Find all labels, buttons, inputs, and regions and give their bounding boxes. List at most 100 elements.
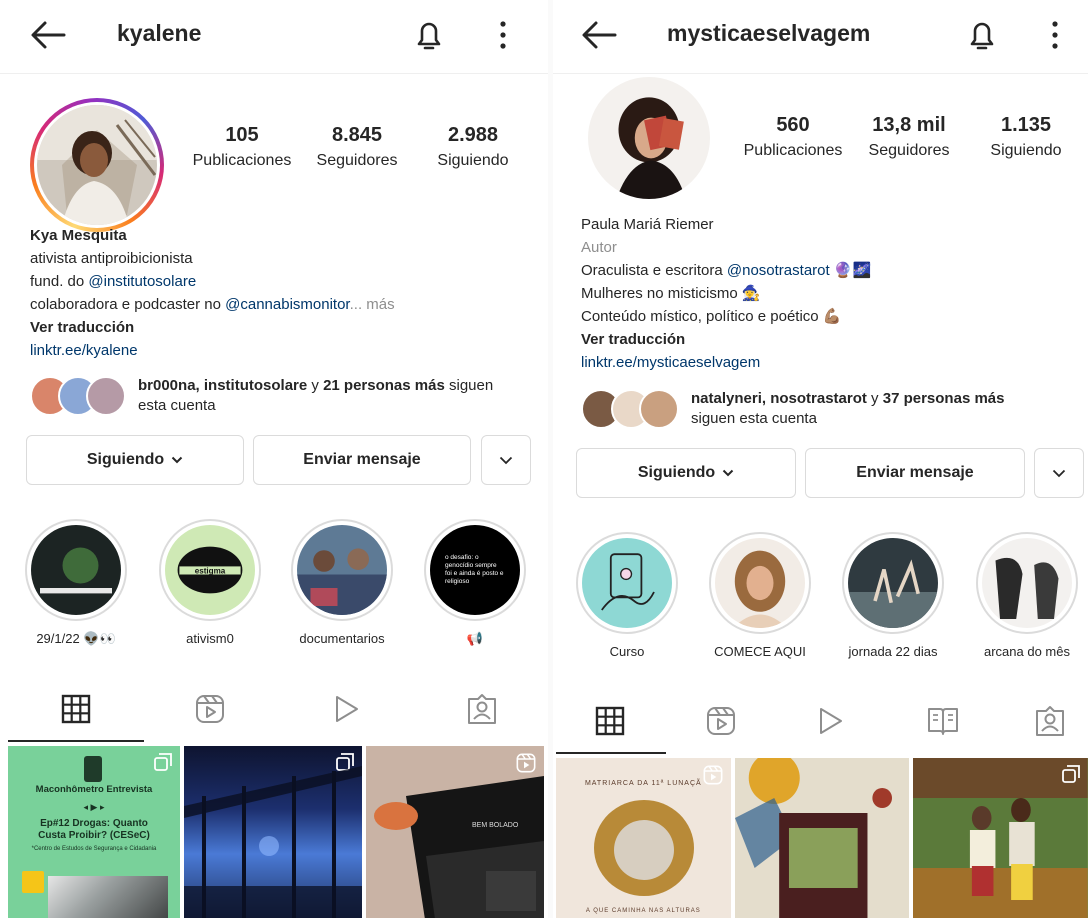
profile-bio: Kya Mesquita ativista antiproibicionista…: [30, 224, 395, 362]
stat-posts-label: Publicaciones: [192, 152, 292, 169]
more-vertical-icon[interactable]: [497, 18, 509, 52]
stat-posts-value: 560: [776, 114, 810, 136]
message-button[interactable]: Enviar mensaje: [805, 448, 1025, 498]
suggested-button[interactable]: [1034, 448, 1084, 498]
highlight-cover-text: o desafio: o genocídio sempre foi e aind…: [445, 554, 504, 585]
avatar[interactable]: [30, 98, 164, 232]
post-tile[interactable]: [913, 758, 1088, 918]
highlight-item[interactable]: arcana do mês: [972, 532, 1082, 659]
chevron-down-icon: [171, 456, 183, 464]
highlight-label: 📢: [466, 631, 484, 646]
highlight-item[interactable]: estigma ativism0: [155, 519, 265, 646]
avatar-photo: [588, 77, 710, 199]
post-image-center: [614, 820, 674, 880]
stat-followers[interactable]: 8.845 Seguidores: [308, 124, 406, 170]
post-note: *Centro de Estudos de Segurança e Cidada…: [31, 846, 157, 852]
avatar[interactable]: [588, 77, 710, 199]
post-tile[interactable]: BEM BOLADO: [366, 746, 544, 918]
message-button[interactable]: Enviar mensaje: [253, 435, 471, 485]
bell-icon[interactable]: [967, 17, 997, 53]
tagged-icon: [468, 694, 496, 724]
follower-avatars: [30, 376, 132, 416]
following-button[interactable]: Siguiendo: [576, 448, 796, 498]
bio-line: Mulheres no misticismo 🧙‍♀️: [581, 285, 761, 302]
translate-link[interactable]: Ver traducción: [581, 328, 871, 351]
active-tab-indicator: [8, 740, 144, 742]
highlight-label: ativism0: [186, 631, 234, 646]
tab-tagged[interactable]: [442, 678, 522, 740]
logo-mark: [84, 756, 102, 782]
stat-posts[interactable]: 560 Publicaciones: [739, 114, 847, 160]
stat-followers[interactable]: 13,8 mil Seguidores: [859, 114, 959, 160]
external-link[interactable]: linktr.ee/mysticaeselvagem: [581, 351, 871, 374]
tab-video[interactable]: [790, 690, 870, 752]
suggested-button[interactable]: [481, 435, 531, 485]
follower-names: br000na, institutosolare: [138, 377, 308, 394]
more-link[interactable]: ... más: [350, 296, 395, 313]
stat-following-value: 2.988: [447, 124, 499, 146]
arrow-left-icon[interactable]: [30, 20, 66, 50]
tagged-icon: [1036, 706, 1064, 736]
external-link[interactable]: linktr.ee/kyalene: [30, 339, 395, 362]
carousel-icon: [154, 753, 172, 771]
mention-link[interactable]: @institutosolare: [88, 273, 196, 290]
avatar: [86, 376, 126, 416]
post-image: [184, 766, 362, 918]
grid-icon: [61, 694, 91, 724]
arrow-left-icon[interactable]: [581, 20, 617, 50]
highlight-item[interactable]: COMECE AQUI: [705, 532, 815, 659]
highlight-item[interactable]: o desafio: o genocídio sempre foi e aind…: [420, 519, 530, 647]
tab-reels[interactable]: [681, 690, 761, 752]
highlight-item[interactable]: 29/1/22 👽👀: [21, 519, 131, 647]
mention-link[interactable]: @cannabismonitor: [225, 296, 349, 313]
post-tile[interactable]: Maconhômetro Entrevista ◂ ▶ ▸ Ep#12 Drog…: [8, 746, 180, 918]
tab-reels[interactable]: [170, 678, 250, 740]
stat-posts-label: Publicaciones: [743, 142, 843, 159]
profile-header: kyalene: [0, 0, 548, 74]
stat-posts-value: 105: [225, 124, 259, 146]
profile-tabs: [0, 678, 548, 742]
posts-grid: MATRIARCA DA 11ª LUNAÇÃ A QUE CAMINHA NA…: [556, 758, 1088, 918]
post-tile[interactable]: [734, 758, 910, 918]
following-button[interactable]: Siguiendo: [26, 435, 244, 485]
profile-name: Kya Mesquita: [30, 227, 127, 244]
active-tab-indicator: [556, 752, 666, 754]
highlight-item[interactable]: Curso: [572, 532, 682, 659]
translate-link[interactable]: Ver traducción: [30, 316, 395, 339]
tab-posts[interactable]: [36, 678, 116, 740]
stat-posts[interactable]: 105 Publicaciones: [188, 124, 296, 170]
tab-video[interactable]: [306, 678, 386, 740]
highlight-label: COMECE AQUI: [714, 644, 806, 659]
stat-following[interactable]: 2.988 Siguiendo: [424, 124, 522, 170]
profile-panel-mysticaeselvagem: mysticaeselvagem 560 Publicaciones 13,8 …: [553, 0, 1088, 918]
tab-tagged[interactable]: [1010, 690, 1088, 752]
stat-followers-value: 8.845: [331, 124, 383, 146]
post-tile[interactable]: [184, 746, 362, 918]
bio-line: ativista antiproibicionista: [30, 250, 193, 267]
highlight-cover: [31, 525, 121, 615]
avatar-photo: [37, 105, 157, 225]
following-button-label: Siguiendo: [86, 451, 165, 468]
mention-link[interactable]: @nosotrastarot: [727, 262, 830, 279]
bell-icon[interactable]: [414, 17, 444, 53]
follower-avatars: [581, 389, 685, 429]
tab-guides[interactable]: [903, 690, 983, 752]
followed-by[interactable]: br000na, institutosolare y 21 personas m…: [30, 376, 528, 416]
post-tile[interactable]: MATRIARCA DA 11ª LUNAÇÃ A QUE CAMINHA NA…: [556, 758, 731, 918]
reels-icon: [516, 753, 536, 773]
more-vertical-icon[interactable]: [1049, 18, 1061, 52]
highlight-item[interactable]: documentarios: [287, 519, 397, 646]
posts-grid: Maconhômetro Entrevista ◂ ▶ ▸ Ep#12 Drog…: [8, 746, 548, 918]
stat-following[interactable]: 1.135 Siguiendo: [976, 114, 1076, 160]
highlight-item[interactable]: jornada 22 dias: [838, 532, 948, 659]
tab-posts[interactable]: [570, 690, 650, 752]
guides-icon: [928, 708, 958, 735]
follower-connector: y: [866, 390, 883, 407]
highlight-label: arcana do mês: [984, 644, 1070, 659]
profile-name: Paula Mariá Riemer: [581, 216, 714, 233]
followed-by[interactable]: natalyneri, nosotrastarot y 37 personas …: [581, 389, 1071, 429]
message-button-label: Enviar mensaje: [303, 451, 421, 468]
play-icon: [820, 708, 842, 734]
highlight-cover-text: estigma: [195, 567, 226, 576]
bio-text: Oraculista e escritora: [581, 262, 727, 279]
